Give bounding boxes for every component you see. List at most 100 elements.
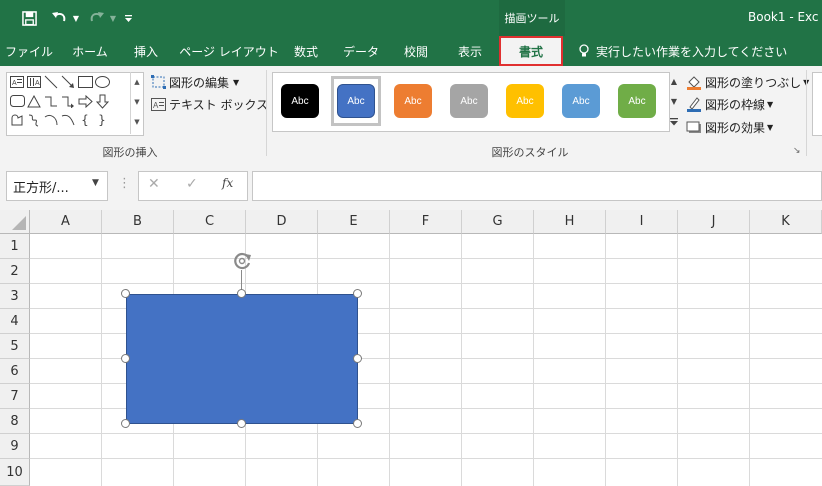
arc-shape-icon[interactable] [43,112,59,128]
left-brace-shape-icon[interactable]: { [77,112,93,128]
scribble-shape-icon[interactable] [26,112,42,128]
shape-outline-button[interactable]: 図形の枠線 ▼ [686,94,773,114]
column-header-g[interactable]: G [462,210,534,234]
shape-fill-button[interactable]: 図形の塗りつぶし ▼ [686,72,809,92]
tab-formulas[interactable]: 数式 [286,36,326,66]
freeform-shape-icon[interactable] [9,112,25,128]
style-gallery-up-icon[interactable]: ▲ [668,72,680,91]
svg-text:A: A [35,80,40,87]
column-header-b[interactable]: B [102,210,174,234]
gallery-down-icon[interactable]: ▼ [131,92,143,112]
vertical-text-box-shape-icon[interactable]: A [26,74,42,90]
style-swatch-light-blue[interactable]: Abc [562,84,600,118]
redo-icon[interactable] [86,8,108,28]
tab-insert[interactable]: 挿入 [124,36,168,66]
dialog-launcher-icon[interactable]: ↘ [793,146,801,156]
more-shapes-icon[interactable] [111,112,127,128]
resize-handle-bottom-right[interactable] [353,419,362,428]
elbow-arrow-connector-shape-icon[interactable] [60,93,76,109]
style-swatch-black[interactable]: Abc [281,84,319,118]
tab-file[interactable]: ファイル [2,36,56,66]
down-arrow-shape-icon[interactable] [94,93,110,109]
triangle-shape-icon[interactable] [26,93,42,109]
undo-icon[interactable] [48,8,70,28]
row-header-5[interactable]: 5 [0,334,30,359]
tell-me-box[interactable]: 実行したい作業を入力してください [596,36,787,66]
chevron-down-icon[interactable]: ▼ [92,178,99,188]
rounded-rectangle-shape-icon[interactable] [9,93,25,109]
more-shapes-icon[interactable] [111,93,127,109]
enter-icon[interactable]: ✓ [186,176,198,192]
resize-handle-left[interactable] [121,354,130,363]
row-header-6[interactable]: 6 [0,359,30,384]
shape-gallery-scroll[interactable]: ▲ ▼ ▼ [130,72,143,134]
tab-data[interactable]: データ [336,36,386,66]
rectangle-shape[interactable] [126,294,358,424]
insert-function-icon[interactable]: fx [222,176,233,190]
row-header-1[interactable]: 1 [0,234,30,259]
redo-dropdown-icon[interactable]: ▼ [108,8,118,28]
column-header-h[interactable]: H [534,210,606,234]
edit-shape-button[interactable]: 図形の編集 ▼ [150,72,239,92]
tab-review[interactable]: 校閲 [396,36,436,66]
column-header-k[interactable]: K [750,210,822,234]
tab-format[interactable]: 書式 [499,36,563,66]
style-swatch-blue[interactable]: Abc [337,84,375,118]
gallery-expand-icon[interactable]: ▼ [131,112,143,132]
resize-handle-top-right[interactable] [353,289,362,298]
column-header-a[interactable]: A [30,210,102,234]
row-header-7[interactable]: 7 [0,384,30,409]
style-swatch-orange[interactable]: Abc [394,84,432,118]
shape-gallery-grid: A A { } [9,74,128,131]
customize-qat-icon[interactable] [122,8,134,28]
resize-handle-bottom-left[interactable] [121,419,130,428]
gridline [30,258,822,259]
select-all-button[interactable] [0,210,30,234]
right-brace-shape-icon[interactable]: } [94,112,110,128]
worksheet-grid[interactable] [0,210,822,486]
style-swatch-gold[interactable]: Abc [506,84,544,118]
row-header-9[interactable]: 9 [0,434,30,459]
more-shapes-icon[interactable] [111,74,127,90]
line-shape-icon[interactable] [43,74,59,90]
formula-input[interactable] [252,171,822,201]
shape-effects-button[interactable]: 図形の効果 ▼ [686,117,773,137]
row-header-4[interactable]: 4 [0,309,30,334]
row-header-8[interactable]: 8 [0,409,30,434]
style-swatch-gray[interactable]: Abc [450,84,488,118]
right-arrow-shape-icon[interactable] [77,93,93,109]
column-header-j[interactable]: J [678,210,750,234]
arrow-line-shape-icon[interactable] [60,74,76,90]
cancel-icon[interactable]: ✕ [148,176,160,192]
tab-page-layout[interactable]: ページ レイアウト [178,36,280,66]
resize-handle-bottom[interactable] [237,419,246,428]
elbow-connector-shape-icon[interactable] [43,93,59,109]
column-header-d[interactable]: D [246,210,318,234]
resize-handle-top[interactable] [237,289,246,298]
style-gallery-expand-icon[interactable] [668,112,680,131]
column-header-c[interactable]: C [174,210,246,234]
gridline [533,234,534,486]
undo-dropdown-icon[interactable]: ▼ [70,8,82,28]
row-header-3[interactable]: 3 [0,284,30,309]
curve-shape-icon[interactable] [60,112,76,128]
oval-shape-icon[interactable] [94,74,110,90]
column-header-i[interactable]: I [606,210,678,234]
gallery-up-icon[interactable]: ▲ [131,72,143,92]
rotate-handle-icon[interactable] [231,250,253,272]
text-box-shape-icon[interactable]: A [9,74,25,90]
style-swatch-green[interactable]: Abc [618,84,656,118]
swatch-text: Abc [460,95,478,107]
tab-home[interactable]: ホーム [62,36,118,66]
column-header-e[interactable]: E [318,210,390,234]
style-gallery-down-icon[interactable]: ▼ [668,92,680,111]
row-header-10[interactable]: 10 [0,459,30,486]
rectangle-shape-icon[interactable] [77,74,93,90]
row-header-2[interactable]: 2 [0,259,30,284]
resize-handle-top-left[interactable] [121,289,130,298]
resize-handle-right[interactable] [353,354,362,363]
text-box-button[interactable]: A テキスト ボックス ▼ [150,94,282,114]
tab-view[interactable]: 表示 [448,36,492,66]
column-header-f[interactable]: F [390,210,462,234]
save-icon[interactable] [18,8,40,28]
